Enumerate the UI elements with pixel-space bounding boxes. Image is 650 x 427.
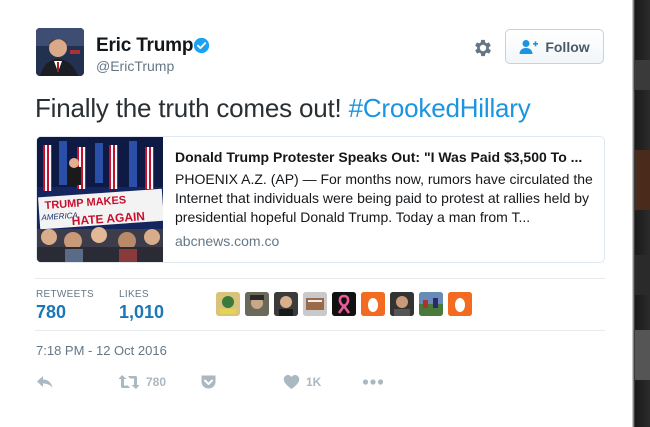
- follow-button[interactable]: Follow: [505, 29, 604, 64]
- card-description: PHOENIX A.Z. (AP) — For months now, rumo…: [175, 171, 593, 225]
- pocket-icon: [201, 375, 216, 389]
- retweets-stat[interactable]: RETWEETS 780: [36, 289, 94, 323]
- more-button[interactable]: [362, 374, 384, 390]
- retweet-button[interactable]: 780: [118, 374, 166, 390]
- liker-avatar[interactable]: [245, 292, 269, 316]
- avatar[interactable]: [36, 28, 84, 76]
- hashtag-link[interactable]: #CrookedHillary: [349, 93, 531, 123]
- card-image: TRUMP MAKES AMERICA HATE AGAIN: [37, 137, 163, 262]
- likes-label: LIKES: [119, 289, 149, 300]
- stats-divider-top: [35, 278, 605, 279]
- liker-avatars: [216, 292, 477, 316]
- heart-icon: [283, 375, 300, 389]
- link-card[interactable]: TRUMP MAKES AMERICA HATE AGAIN Donald Tr…: [36, 136, 605, 263]
- liker-avatar[interactable]: [419, 292, 443, 316]
- like-count: 1K: [306, 375, 322, 389]
- reply-icon: [37, 376, 53, 388]
- liker-avatar[interactable]: [332, 292, 356, 316]
- tweet-text-body: Finally the truth comes out!: [35, 93, 349, 123]
- like-button[interactable]: 1K: [283, 374, 321, 390]
- follow-user-icon: [519, 39, 539, 54]
- tweet-page: Eric Trump @EricTrump Follow Finally the…: [0, 0, 650, 427]
- direct-message-button[interactable]: [200, 374, 217, 390]
- retweet-count: 780: [146, 375, 167, 389]
- stats-divider-bottom: [35, 330, 605, 331]
- card-domain[interactable]: abcnews.com.co: [175, 233, 600, 249]
- author-name[interactable]: Eric Trump: [96, 35, 193, 57]
- card-body: Donald Trump Protester Speaks Out: "I Wa…: [175, 149, 600, 249]
- liker-avatar[interactable]: [390, 292, 414, 316]
- retweets-count: 780: [36, 302, 67, 322]
- liker-avatar[interactable]: [303, 292, 327, 316]
- gear-icon[interactable]: [472, 37, 494, 59]
- author-handle[interactable]: @EricTrump: [96, 58, 174, 74]
- card-title[interactable]: Donald Trump Protester Speaks Out: "I Wa…: [175, 149, 595, 165]
- follow-label: Follow: [545, 38, 590, 55]
- retweets-label: RETWEETS: [36, 289, 94, 300]
- liker-avatar[interactable]: [448, 292, 472, 316]
- retweet-icon: [118, 375, 140, 389]
- liker-avatar[interactable]: [216, 292, 240, 316]
- reply-button[interactable]: [36, 374, 54, 390]
- tweet-timestamp[interactable]: 7:18 PM - 12 Oct 2016: [36, 343, 167, 358]
- verified-badge-icon: [193, 37, 210, 54]
- liker-avatar[interactable]: [361, 292, 385, 316]
- window-edge: [632, 0, 650, 427]
- more-icon: [362, 379, 384, 385]
- likes-count: 1,010: [119, 302, 165, 322]
- liker-avatar[interactable]: [274, 292, 298, 316]
- tweet-text: Finally the truth comes out! #CrookedHil…: [35, 93, 531, 124]
- likes-stat[interactable]: LIKES 1,010: [119, 289, 164, 323]
